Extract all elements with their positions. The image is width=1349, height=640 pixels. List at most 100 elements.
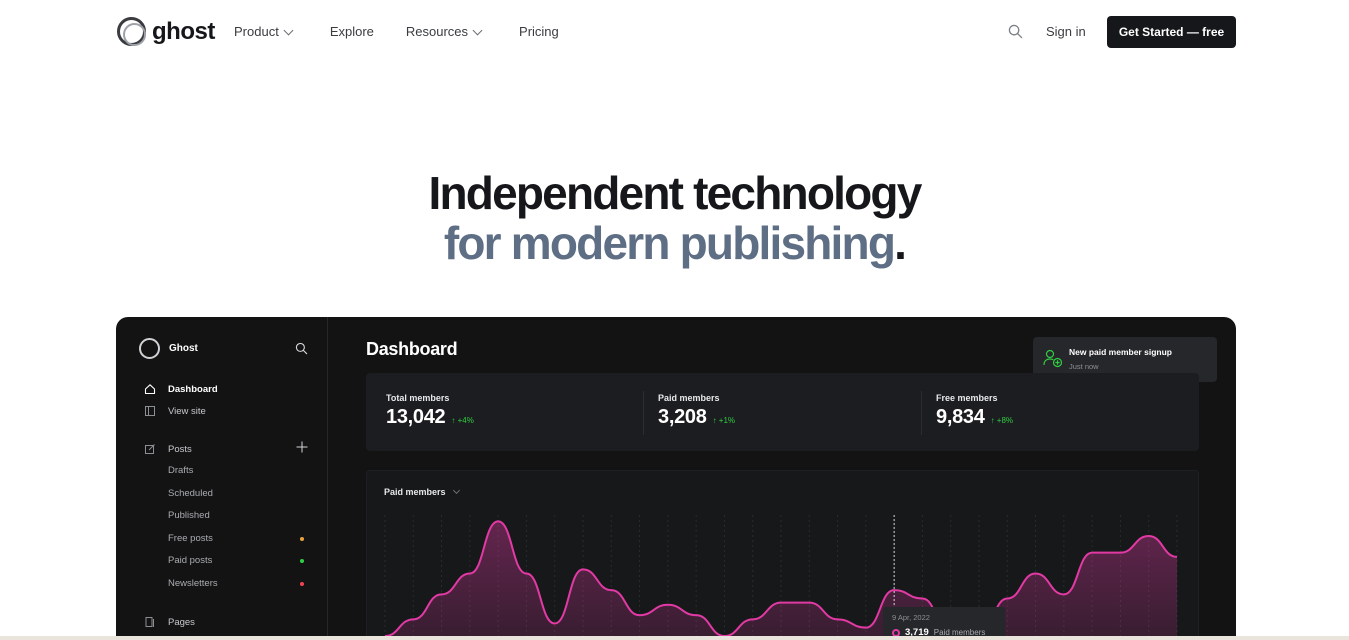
stat-divider	[643, 391, 644, 435]
stat-row: 3,208 ↑ +1%	[658, 406, 735, 429]
data-point[interactable]	[919, 596, 925, 602]
data-point[interactable]	[863, 625, 869, 631]
stat-total-members: Total members 13,042 ↑ +4%	[386, 393, 474, 429]
ghost-logo[interactable]: ghost	[117, 17, 215, 46]
data-point[interactable]	[552, 621, 558, 627]
nav-links: Product Explore Resources Pricing	[234, 22, 559, 42]
nav-pricing[interactable]: Pricing	[519, 22, 559, 42]
data-point[interactable]	[1174, 554, 1180, 560]
data-point[interactable]	[495, 518, 501, 524]
data-point[interactable]	[806, 600, 812, 606]
search-icon[interactable]	[295, 342, 308, 355]
status-dot	[300, 559, 304, 563]
stat-delta-value: +8%	[996, 416, 1014, 425]
hero-title-line2-text: for modern publishing	[443, 217, 896, 269]
data-point[interactable]	[580, 566, 586, 572]
sidebar-item-label: Pages	[168, 616, 195, 628]
data-point[interactable]	[439, 591, 445, 597]
stat-value: 13,042	[386, 406, 446, 428]
stat-divider	[921, 391, 922, 435]
nav-explore[interactable]: Explore	[330, 22, 374, 42]
sidebar-item-dashboard[interactable]: Dashboard	[144, 383, 218, 395]
sidebar-item-view-site[interactable]: View site	[144, 405, 206, 417]
sidebar-item-scheduled[interactable]: Scheduled	[168, 488, 213, 499]
chart-plot	[384, 515, 1180, 640]
status-dot	[300, 537, 304, 541]
home-icon	[144, 384, 156, 395]
stat-label: Free members	[936, 393, 998, 403]
stat-delta-value: +1%	[718, 416, 736, 425]
sidebar-brand-name: Ghost	[169, 343, 198, 354]
stat-paid-members: Paid members 3,208 ↑ +1%	[658, 393, 735, 429]
nav-product[interactable]: Product	[234, 22, 294, 42]
sidebar-item-free-posts[interactable]: Free posts	[168, 533, 213, 544]
data-point[interactable]	[637, 612, 643, 618]
sidebar-item-label: Posts	[168, 443, 192, 455]
data-point[interactable]	[1089, 550, 1095, 556]
get-started-button[interactable]: Get Started — free	[1107, 16, 1236, 48]
ghost-logo-icon	[139, 338, 160, 359]
search-icon[interactable]	[1008, 24, 1023, 39]
nav-pricing-label: Pricing	[519, 24, 559, 39]
stat-label: Total members	[386, 393, 450, 403]
sidebar-item-label: View site	[168, 405, 206, 417]
data-point[interactable]	[750, 616, 756, 622]
sidebar-item-paid-posts[interactable]: Paid posts	[168, 555, 212, 566]
data-point[interactable]	[467, 571, 473, 577]
stat-delta: ↑ +8%	[990, 416, 1014, 425]
stats-panel: Total members 13,042 ↑ +4% Paid members …	[366, 373, 1199, 451]
page-bottom-strip	[0, 636, 1349, 640]
nav-explore-label: Explore	[329, 24, 374, 39]
chevron-down-icon	[283, 25, 294, 35]
sidebar-brand[interactable]: Ghost	[139, 338, 198, 359]
edit-icon	[145, 444, 155, 454]
layout-icon	[145, 406, 155, 416]
sidebar-item-posts[interactable]: Posts	[144, 443, 192, 455]
ghost-logo-icon	[117, 17, 146, 46]
chevron-down-icon	[472, 25, 483, 35]
stat-value: 9,834	[936, 406, 985, 428]
top-nav: ghost Product Explore Resources Pricing …	[0, 0, 1349, 64]
nav-resources[interactable]: Resources	[405, 22, 483, 42]
data-point[interactable]	[1061, 591, 1067, 597]
nav-resources-label: Resources	[405, 24, 469, 39]
data-point[interactable]	[1146, 533, 1152, 539]
dashboard-preview: Ghost Dashboard View site Posts Drafts S…	[116, 317, 1236, 640]
status-dot	[300, 582, 304, 586]
data-point[interactable]	[523, 571, 529, 577]
paid-members-chart: Paid members 9 Apr, 2022 3,719 Paid memb…	[366, 470, 1199, 640]
stat-row: 9,834 ↑ +8%	[936, 406, 1013, 429]
data-point[interactable]	[1033, 571, 1039, 577]
data-point[interactable]	[693, 612, 699, 618]
toast-subtitle: Just now	[1069, 362, 1099, 371]
dashboard-main: Dashboard New paid member signup Just no…	[329, 317, 1236, 640]
sidebar-item-newsletters[interactable]: Newsletters	[168, 578, 218, 589]
brand-name: ghost	[152, 18, 215, 45]
stat-delta: ↑ +4%	[451, 416, 474, 425]
data-point[interactable]	[835, 616, 841, 622]
data-point[interactable]	[410, 616, 416, 622]
tooltip-date: 9 Apr, 2022	[892, 613, 930, 622]
stat-row: 13,042 ↑ +4%	[386, 406, 474, 429]
sidebar-item-label: Dashboard	[168, 383, 218, 395]
user-add-icon	[1043, 349, 1063, 368]
data-point[interactable]	[891, 587, 897, 593]
hero-title-line1: Independent technology	[428, 167, 923, 219]
toast-title: New paid member signup	[1069, 347, 1172, 357]
data-point[interactable]	[1117, 550, 1123, 556]
stat-value: 3,208	[658, 406, 707, 428]
sidebar-item-drafts[interactable]: Drafts	[168, 465, 193, 476]
stat-free-members: Free members 9,834 ↑ +8%	[936, 393, 1013, 429]
dashboard-title: Dashboard	[366, 339, 458, 359]
plus-icon[interactable]	[296, 441, 308, 453]
data-point[interactable]	[608, 587, 614, 593]
sidebar-item-pages[interactable]: Pages	[144, 616, 195, 628]
sign-in-link[interactable]: Sign in	[1046, 22, 1086, 42]
data-point[interactable]	[665, 602, 671, 608]
stat-label: Paid members	[658, 393, 720, 403]
hero-title-dot: .	[894, 217, 907, 269]
data-point[interactable]	[1004, 596, 1010, 602]
sidebar-item-published[interactable]: Published	[168, 510, 210, 521]
dashboard-sidebar: Ghost Dashboard View site Posts Drafts S…	[116, 317, 328, 640]
data-point[interactable]	[778, 600, 784, 606]
